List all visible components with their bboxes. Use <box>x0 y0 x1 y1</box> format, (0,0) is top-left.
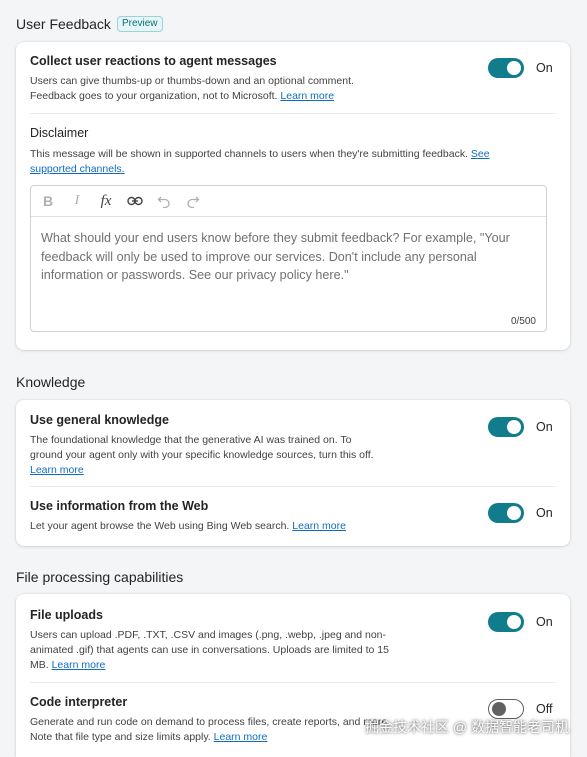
web-info-row: Use information from the Web Let your ag… <box>30 499 556 534</box>
code-desc-line2: Note that file type and size limits appl… <box>30 731 214 743</box>
collect-desc-line1: Users can give thumbs-up or thumbs-down … <box>30 75 354 87</box>
toggle-knob <box>507 506 521 520</box>
file-uploads-title: File uploads <box>30 608 103 622</box>
general-knowledge-row: Use general knowledge The foundational k… <box>30 413 556 478</box>
collect-learn-more-link[interactable]: Learn more <box>280 90 334 102</box>
file-uploads-desc: Users can upload .PDF, .TXT, .CSV and im… <box>30 628 556 673</box>
toggle-knob <box>507 420 521 434</box>
see-link[interactable]: See <box>471 148 490 160</box>
bold-icon[interactable]: B <box>39 192 57 210</box>
general-knowledge-title: Use general knowledge <box>30 413 169 427</box>
watermark: 掘金技术社区 @ 数据智能老司机 <box>365 719 569 735</box>
web-info-state: On <box>536 506 553 520</box>
file-processing-heading: File processing capabilities <box>16 569 184 585</box>
toggle-knob <box>492 702 506 716</box>
web-desc-text: Let your agent browse the Web using Bing… <box>30 520 293 532</box>
disclaimer-title: Disclaimer <box>30 126 89 140</box>
collect-reactions-state: On <box>536 61 553 75</box>
general-knowledge-toggle[interactable] <box>488 417 524 437</box>
supported-channels-link[interactable]: supported channels. <box>30 163 125 175</box>
section-title-file-processing: File processing capabilities <box>16 569 183 585</box>
collect-reactions-toggle-group: On <box>488 58 558 78</box>
code-learn-more-link[interactable]: Learn more <box>214 731 268 743</box>
toggle-knob <box>507 61 521 75</box>
code-interpreter-toggle-group: Off <box>488 699 558 719</box>
section-title-user-feedback: User Feedback Preview <box>16 16 163 32</box>
collect-desc-line2: Feedback goes to your organization, not … <box>30 90 281 102</box>
code-interpreter-state: Off <box>536 702 553 716</box>
toggle-knob <box>507 615 521 629</box>
user-feedback-heading: User Feedback <box>16 16 111 32</box>
general-knowledge-desc: The foundational knowledge that the gene… <box>30 433 556 478</box>
user-feedback-card: Collect user reactions to agent messages… <box>16 42 570 350</box>
collect-reactions-row: Collect user reactions to agent messages… <box>30 54 556 104</box>
disclaimer-row: Disclaimer This message will be shown in… <box>30 126 556 177</box>
preview-badge: Preview <box>116 16 163 32</box>
web-info-title: Use information from the Web <box>30 499 209 513</box>
web-learn-more-link[interactable]: Learn more <box>292 520 346 532</box>
general-knowledge-toggle-group: On <box>488 417 558 437</box>
collect-reactions-desc: Users can give thumbs-up or thumbs-down … <box>30 74 556 104</box>
collect-reactions-toggle[interactable] <box>488 58 524 78</box>
file-uploads-state: On <box>536 615 553 629</box>
disclaimer-editor[interactable]: B I fx What should your end users know b… <box>30 185 547 332</box>
character-counter: 0/500 <box>510 316 536 327</box>
code-desc-line1: Generate and run code on demand to proce… <box>30 716 391 728</box>
divider <box>30 486 556 487</box>
formula-icon[interactable]: fx <box>97 192 115 210</box>
web-info-desc: Let your agent browse the Web using Bing… <box>30 519 556 534</box>
section-title-knowledge: Knowledge <box>16 374 85 390</box>
web-info-toggle[interactable] <box>488 503 524 523</box>
uploads-desc-line2: animated .gif) that agents can use in co… <box>30 644 389 656</box>
uploads-desc-line3: MB. <box>30 659 52 671</box>
divider <box>30 682 556 683</box>
editor-toolbar: B I fx <box>31 186 546 217</box>
redo-icon[interactable] <box>184 192 202 210</box>
disclaimer-desc-text: This message will be shown in supported … <box>30 148 471 160</box>
uploads-learn-more-link[interactable]: Learn more <box>52 659 106 671</box>
general-desc-line2: ground your agent only with your specifi… <box>30 449 374 461</box>
code-interpreter-title: Code interpreter <box>30 695 128 709</box>
disclaimer-placeholder: What should your end users know before t… <box>41 231 510 282</box>
italic-icon[interactable]: I <box>68 192 86 210</box>
file-uploads-row: File uploads Users can upload .PDF, .TXT… <box>30 608 556 673</box>
link-icon[interactable] <box>126 192 144 210</box>
collect-reactions-title: Collect user reactions to agent messages <box>30 54 277 68</box>
file-uploads-toggle[interactable] <box>488 612 524 632</box>
general-learn-more-link[interactable]: Learn more <box>30 464 84 476</box>
disclaimer-desc: This message will be shown in supported … <box>30 147 556 177</box>
knowledge-heading: Knowledge <box>16 374 86 390</box>
web-info-toggle-group: On <box>488 503 558 523</box>
divider <box>30 113 556 114</box>
uploads-desc-line1: Users can upload .PDF, .TXT, .CSV and im… <box>30 629 387 641</box>
knowledge-card: Use general knowledge The foundational k… <box>16 400 570 546</box>
general-desc-line1: The foundational knowledge that the gene… <box>30 434 352 446</box>
general-knowledge-state: On <box>536 420 553 434</box>
file-uploads-toggle-group: On <box>488 612 558 632</box>
code-interpreter-toggle[interactable] <box>488 699 524 719</box>
undo-icon[interactable] <box>155 192 173 210</box>
